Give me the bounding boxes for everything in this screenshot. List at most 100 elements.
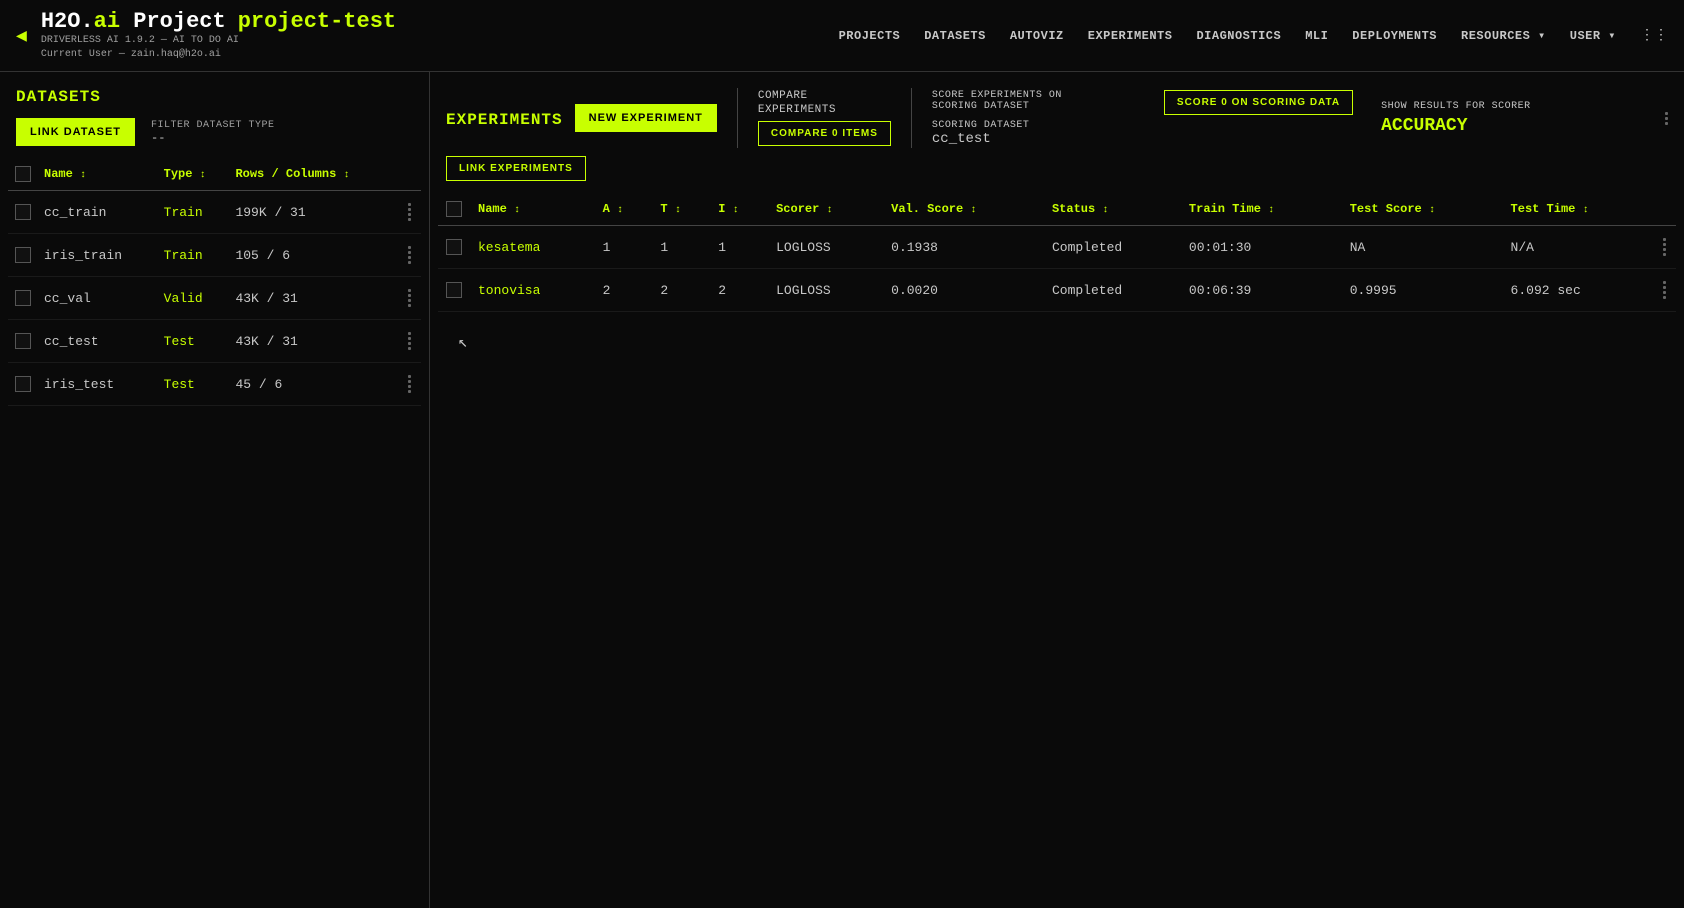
divider-1 <box>737 88 738 148</box>
exp-dots-icon-1[interactable] <box>1660 281 1668 299</box>
exp-sort-i-icon[interactable]: ↕ <box>733 205 739 216</box>
exp-select-all-header[interactable] <box>438 193 470 226</box>
sort-rows-icon[interactable]: ↕ <box>343 170 349 181</box>
dataset-checkbox-4[interactable] <box>15 376 31 392</box>
experiments-panel: EXPERIMENTS NEW EXPERIMENT COMPARE EXPER… <box>430 72 1684 908</box>
exp-checkbox-cell-1[interactable] <box>438 269 470 312</box>
exp-select-all-checkbox[interactable] <box>446 201 462 217</box>
exp-name-0[interactable]: kesatema <box>470 226 595 269</box>
exp-name-1[interactable]: tonovisa <box>470 269 595 312</box>
logo-block: H2O.ai Project project-test DRIVERLESS A… <box>41 9 396 62</box>
exp-col-test-score[interactable]: Test Score ↕ <box>1342 193 1503 226</box>
col-rows-cols[interactable]: Rows / Columns ↕ <box>229 158 397 191</box>
logo-h2o: H2O.ai Project <box>41 9 226 34</box>
exp-i-1: 2 <box>710 269 768 312</box>
exp-sort-test-score-icon[interactable]: ↕ <box>1429 205 1435 216</box>
exp-sort-status-icon[interactable]: ↕ <box>1102 205 1108 216</box>
exp-sort-test-time-icon[interactable]: ↕ <box>1583 205 1589 216</box>
dataset-checkbox-0[interactable] <box>15 204 31 220</box>
cursor-pointer-icon: ↖ <box>458 334 468 352</box>
exp-sort-name-icon[interactable]: ↕ <box>514 205 520 216</box>
subtitle-line1: DRIVERLESS AI 1.9.2 — AI TO DO AI <box>41 34 396 48</box>
col-type[interactable]: Type ↕ <box>158 158 230 191</box>
nav-mli[interactable]: MLI <box>1305 29 1328 43</box>
dataset-row: iris_train Train 105 / 6 <box>8 234 421 277</box>
score-experiments-label: SCORE EXPERIMENTS ON SCORING DATASET <box>932 90 1152 112</box>
exp-col-t[interactable]: T ↕ <box>652 193 710 226</box>
dataset-checkbox-cell[interactable] <box>8 363 38 406</box>
dataset-checkbox-3[interactable] <box>15 333 31 349</box>
sort-type-icon[interactable]: ↕ <box>200 170 206 181</box>
nav-datasets[interactable]: DATASETS <box>924 29 986 43</box>
link-dataset-button[interactable]: LINK DATASET <box>16 118 135 146</box>
exp-sort-a-icon[interactable]: ↕ <box>617 205 623 216</box>
exp-col-name[interactable]: Name ↕ <box>470 193 595 226</box>
datasets-panel: DATASETS LINK DATASET FILTER DATASET TYP… <box>0 72 430 908</box>
dataset-dots-icon-1[interactable] <box>403 246 415 264</box>
nav-deployments[interactable]: DEPLOYMENTS <box>1352 29 1437 43</box>
dataset-name-2[interactable]: cc_val <box>38 277 158 320</box>
exp-dots-icon-0[interactable] <box>1660 238 1668 256</box>
column-options-icon[interactable] <box>1665 112 1668 125</box>
score-on-scoring-button[interactable]: SCORE 0 ON SCORING DATA <box>1164 90 1353 115</box>
exp-checkbox-0[interactable] <box>446 239 462 255</box>
dataset-rows-cols-2: 43K / 31 <box>229 277 397 320</box>
nav-autoviz[interactable]: AUTOVIZ <box>1010 29 1064 43</box>
exp-col-test-time[interactable]: Test Time ↕ <box>1503 193 1652 226</box>
nav-projects[interactable]: PROJECTS <box>839 29 901 43</box>
dataset-name-1[interactable]: iris_train <box>38 234 158 277</box>
nav-resources[interactable]: RESOURCES ▾ <box>1461 28 1546 43</box>
exp-col-status[interactable]: Status ↕ <box>1044 193 1181 226</box>
select-all-header[interactable] <box>8 158 38 191</box>
exp-sort-val-icon[interactable]: ↕ <box>970 205 976 216</box>
sort-name-icon[interactable]: ↕ <box>80 170 86 181</box>
dataset-actions-4[interactable] <box>397 363 421 406</box>
dataset-dots-icon-3[interactable] <box>403 332 415 350</box>
nav-experiments[interactable]: EXPERIMENTS <box>1088 29 1173 43</box>
exp-sort-train-icon[interactable]: ↕ <box>1268 205 1274 216</box>
dataset-checkbox-2[interactable] <box>15 290 31 306</box>
exp-sort-scorer-icon[interactable]: ↕ <box>827 205 833 216</box>
exp-status-1: Completed <box>1044 269 1181 312</box>
dataset-checkbox-1[interactable] <box>15 247 31 263</box>
compare-label: COMPARE EXPERIMENTS <box>758 90 836 116</box>
select-all-checkbox[interactable] <box>15 166 31 182</box>
dataset-actions-2[interactable] <box>397 277 421 320</box>
nav-diagnostics[interactable]: DIAGNOSTICS <box>1196 29 1281 43</box>
exp-col-i[interactable]: I ↕ <box>710 193 768 226</box>
exp-status-0: Completed <box>1044 226 1181 269</box>
col-name[interactable]: Name ↕ <box>38 158 158 191</box>
exp-col-train-time[interactable]: Train Time ↕ <box>1181 193 1342 226</box>
experiments-top-row: EXPERIMENTS NEW EXPERIMENT COMPARE EXPER… <box>446 88 1668 148</box>
exp-sort-t-icon[interactable]: ↕ <box>675 205 681 216</box>
grid-icon[interactable]: ⋮⋮ <box>1640 27 1668 44</box>
exp-checkbox-1[interactable] <box>446 282 462 298</box>
dataset-actions-3[interactable] <box>397 320 421 363</box>
dataset-dots-icon-2[interactable] <box>403 289 415 307</box>
exp-col-a[interactable]: A ↕ <box>595 193 653 226</box>
exp-col-scorer[interactable]: Scorer ↕ <box>768 193 883 226</box>
dataset-actions-0[interactable] <box>397 191 421 234</box>
back-arrow-icon[interactable]: ◀ <box>16 25 27 47</box>
exp-a-0: 1 <box>595 226 653 269</box>
dataset-checkbox-cell[interactable] <box>8 234 38 277</box>
new-experiment-button[interactable]: NEW EXPERIMENT <box>575 104 717 132</box>
dataset-name-4[interactable]: iris_test <box>38 363 158 406</box>
exp-checkbox-cell-0[interactable] <box>438 226 470 269</box>
compare-items-button[interactable]: COMPARE 0 ITEMS <box>758 121 891 146</box>
nav-user[interactable]: USER ▾ <box>1570 28 1616 43</box>
dataset-checkbox-cell[interactable] <box>8 320 38 363</box>
exp-val-score-1: 0.0020 <box>883 269 1044 312</box>
dataset-dots-icon-4[interactable] <box>403 375 415 393</box>
dataset-checkbox-cell[interactable] <box>8 191 38 234</box>
dataset-dots-icon-0[interactable] <box>403 203 415 221</box>
dataset-name-0[interactable]: cc_train <box>38 191 158 234</box>
dataset-actions-1[interactable] <box>397 234 421 277</box>
exp-col-val-score[interactable]: Val. Score ↕ <box>883 193 1044 226</box>
exp-actions-0[interactable] <box>1652 226 1676 269</box>
dataset-name-3[interactable]: cc_test <box>38 320 158 363</box>
dataset-checkbox-cell[interactable] <box>8 277 38 320</box>
exp-actions-1[interactable] <box>1652 269 1676 312</box>
scoring-dataset-label: SCORING DATASET <box>932 120 1152 131</box>
link-experiments-button[interactable]: LINK EXPERIMENTS <box>446 156 586 181</box>
